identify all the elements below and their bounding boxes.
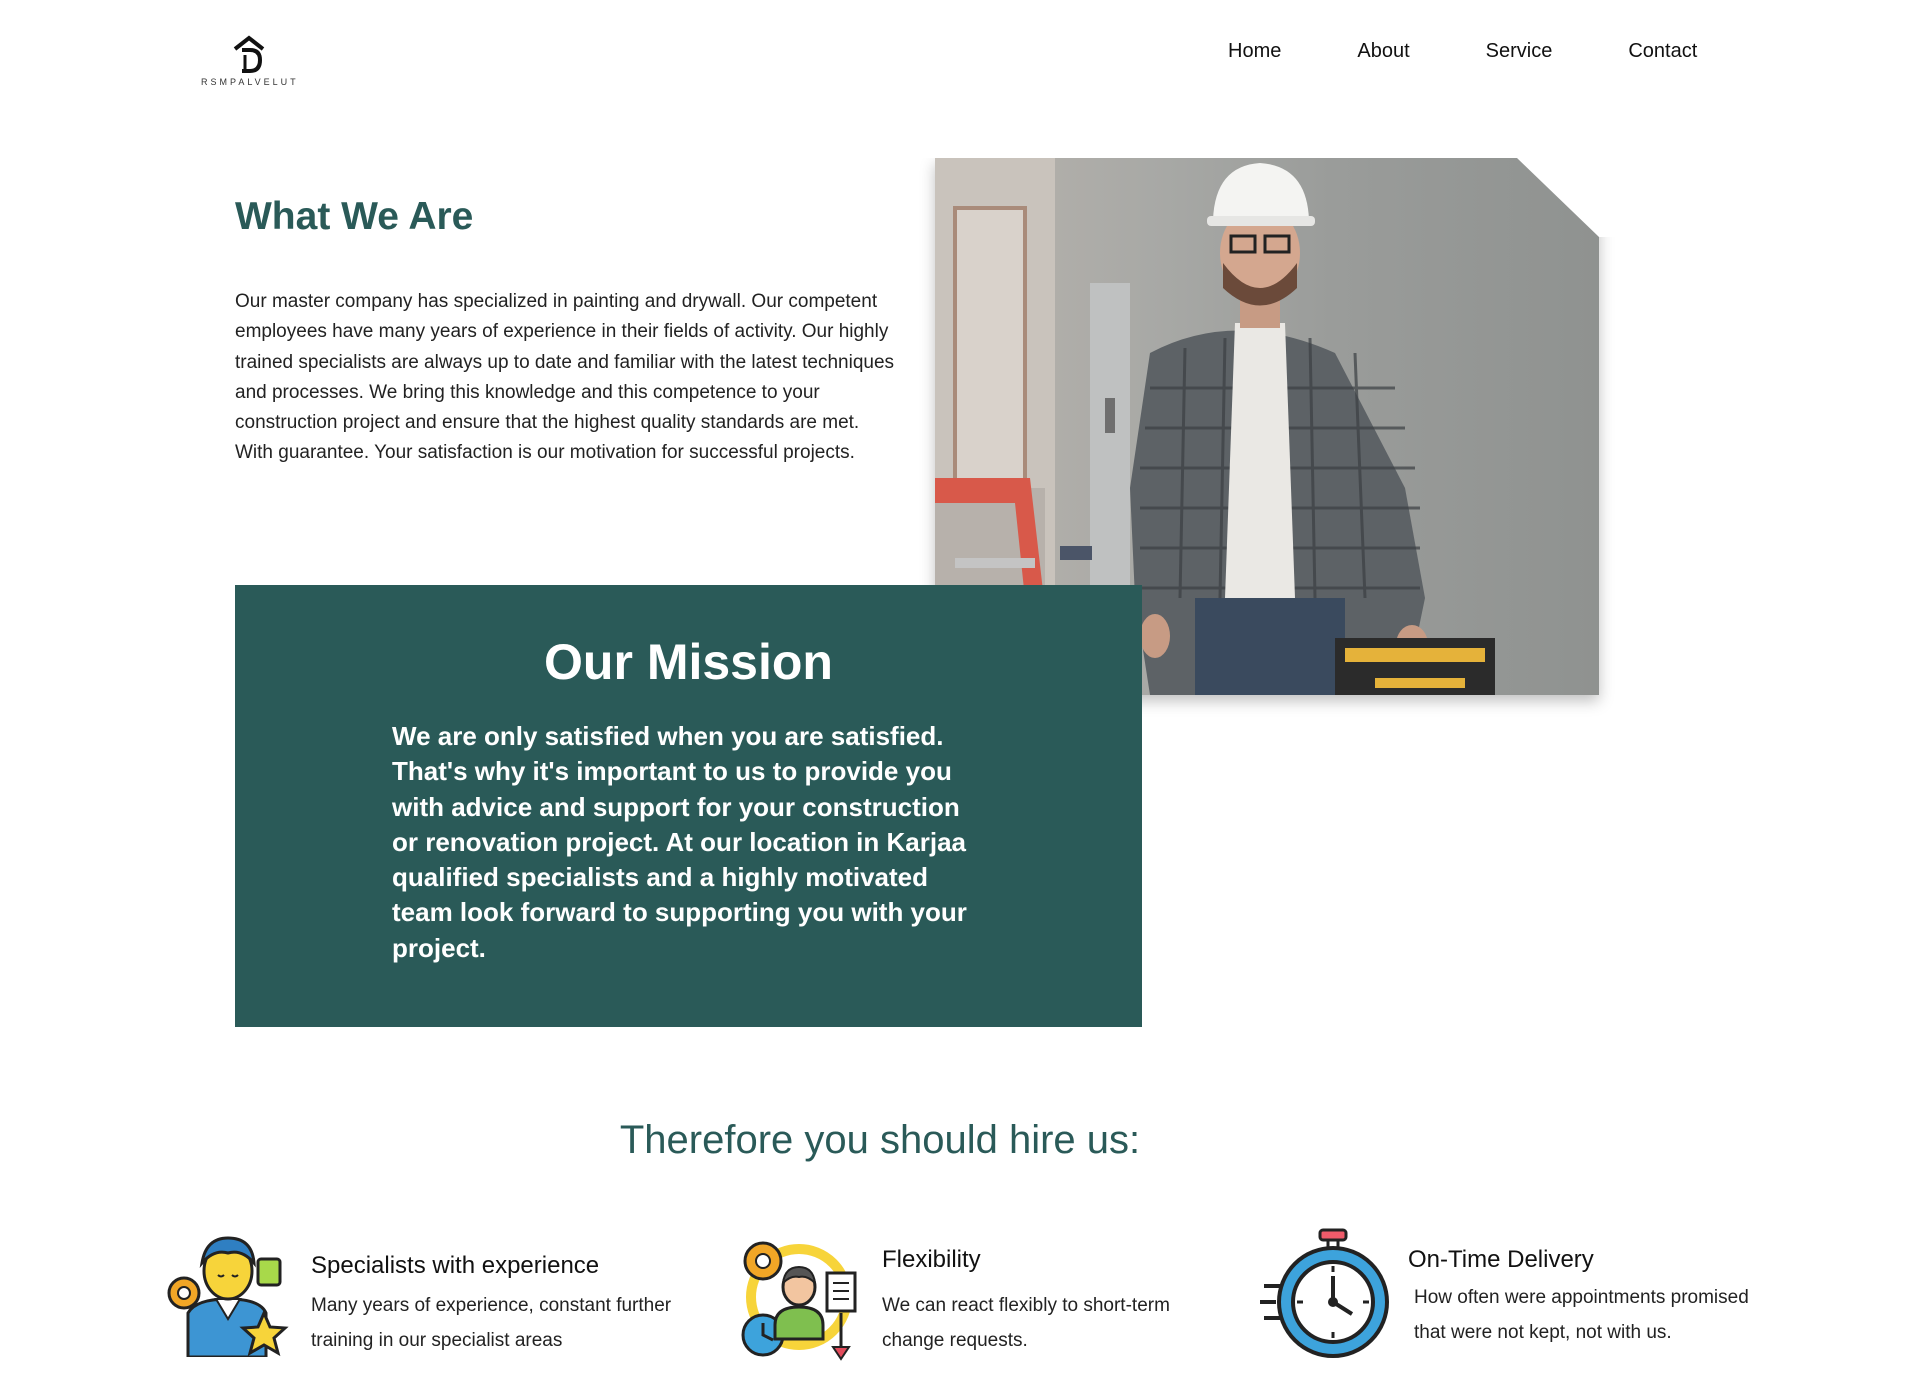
about-title: What We Are <box>235 195 474 238</box>
about-text: Our master company has specialized in pa… <box>235 291 895 464</box>
flexibility-icon <box>741 1241 857 1361</box>
feature-flexibility: Flexibility We can react flexibly to sho… <box>737 1230 1237 1361</box>
feature-title: Specialists with experience <box>311 1252 600 1279</box>
feature-description: We can react flexibly to short-term chan… <box>882 1295 1170 1351</box>
nav-service[interactable]: Service <box>1486 40 1553 63</box>
nav-contact[interactable]: Contact <box>1628 40 1697 63</box>
specialist-icon <box>167 1236 289 1357</box>
main-nav: Home About Service Contact <box>1228 40 1697 63</box>
mission-title: Our Mission <box>544 634 833 690</box>
nav-home[interactable]: Home <box>1228 40 1281 63</box>
nav-about[interactable]: About <box>1357 40 1409 63</box>
hire-title: Therefore you should hire us: <box>619 1118 1141 1162</box>
logo[interactable]: RSMPALVELUT <box>201 33 297 87</box>
feature-description: How often were appointments promised tha… <box>1414 1287 1749 1343</box>
feature-description: Many years of experience, constant furth… <box>311 1295 672 1351</box>
mission-text: We are only satisfied when you are satis… <box>392 721 967 963</box>
logo-text: RSMPALVELUT <box>201 77 299 87</box>
feature-title: Flexibility <box>882 1246 981 1273</box>
mission-section: Our Mission We are only satisfied when y… <box>235 585 1142 1027</box>
feature-title: On-Time Delivery <box>1408 1246 1594 1273</box>
feature-specialists: Specialists with experience Many years o… <box>166 1230 726 1360</box>
stopwatch-icon <box>1260 1228 1389 1358</box>
feature-on-time-delivery: On-Time Delivery How often were appointm… <box>1258 1228 1818 1358</box>
page: RSMPALVELUT Home About Service Contact W… <box>0 0 1920 1386</box>
house-logo-icon <box>233 35 265 73</box>
